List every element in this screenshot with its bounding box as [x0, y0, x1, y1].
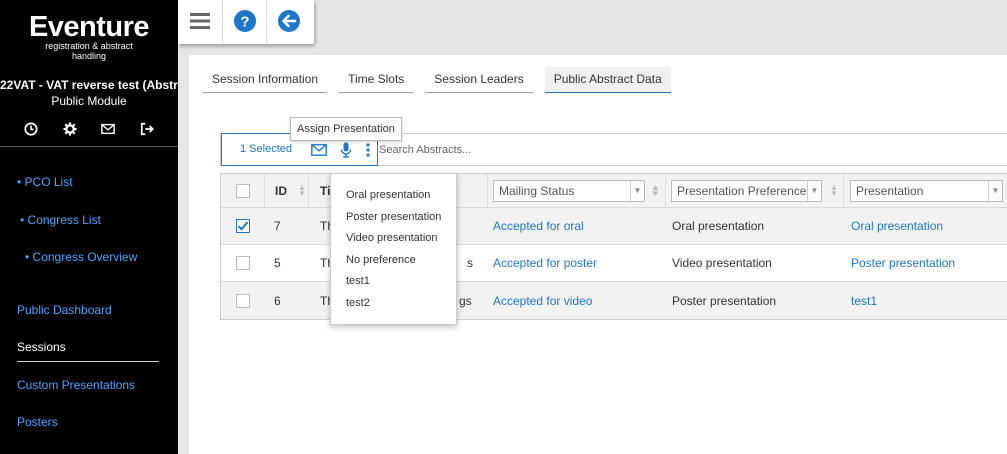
row-title-tail: gs [459, 293, 472, 308]
row-id: 5 [274, 256, 281, 270]
row-title-tail: s [467, 256, 473, 270]
active-item-underline [17, 361, 159, 362]
chevron-down-icon: ▼ [630, 180, 644, 201]
svg-text:?: ? [240, 13, 249, 30]
column-header-id[interactable]: ID [275, 174, 287, 207]
row-checkbox[interactable] [236, 256, 250, 270]
sidebar-item-congress-overview[interactable]: • Congress Overview [25, 250, 137, 264]
sort-icon[interactable]: ▲ ▼ [652, 174, 660, 207]
row-mailing-status[interactable]: Accepted for oral [493, 208, 584, 244]
mailing-status-filter-cell: Mailing Status ▼ [493, 174, 645, 207]
help-button[interactable]: ? [222, 0, 266, 44]
sort-icon[interactable]: ▲ ▼ [830, 174, 838, 207]
row-id: 7 [274, 219, 281, 233]
back-button[interactable] [266, 0, 310, 44]
presentation-filter-cell: Presentation ▼ [850, 174, 1003, 207]
logout-icon[interactable] [138, 120, 156, 138]
row-presentation-preference: Video presentation [672, 256, 772, 270]
row-select-cell [236, 245, 250, 281]
more-options-icon[interactable] [360, 142, 376, 158]
presentation-preference-filter[interactable]: Presentation Preference ▼ [671, 179, 822, 202]
preference-filter-cell: Presentation Preference ▼ [671, 174, 822, 207]
menu-button[interactable] [178, 0, 222, 44]
presentation-filter[interactable]: Presentation ▼ [850, 179, 1003, 202]
tab-public-abstract-data[interactable]: Public Abstract Data [544, 67, 671, 93]
column-divider [487, 174, 488, 207]
checkmark-icon [237, 221, 249, 231]
row-checkbox[interactable] [236, 293, 250, 308]
mail-icon[interactable] [311, 142, 327, 158]
tab-session-information[interactable]: Session Information [203, 67, 328, 93]
main-panel: Session Information Time Slots Session L… [189, 55, 1007, 454]
menu-item-oral-presentation[interactable]: Oral presentation [331, 185, 456, 207]
row-select-cell [236, 208, 250, 244]
app-logo[interactable]: Eventure registration & abstract handlin… [28, 12, 150, 61]
menu-item-video-presentation[interactable]: Video presentation [331, 228, 456, 250]
selected-count: 1 Selected [240, 143, 292, 155]
sidebar-item-public-dashboard[interactable]: Public Dashboard [17, 303, 112, 317]
column-divider [665, 174, 666, 207]
mailing-status-filter-label: Mailing Status [499, 183, 575, 198]
menu-item-test1[interactable]: test1 [331, 271, 456, 293]
sidebar-divider [0, 146, 178, 147]
sidebar-item-pco-list[interactable]: • PCO List [17, 175, 73, 189]
module-name: Public Module [51, 94, 127, 108]
mail-icon[interactable] [99, 120, 117, 138]
sidebar-item-posters[interactable]: Posters [17, 415, 58, 429]
chevron-down-icon: ▼ [988, 180, 1002, 201]
app-title: Eventure [28, 11, 150, 43]
menu-item-poster-presentation[interactable]: Poster presentation [331, 207, 456, 229]
row-presentation[interactable]: Poster presentation [851, 245, 955, 281]
column-divider [308, 174, 309, 207]
mailing-status-filter[interactable]: Mailing Status ▼ [493, 179, 645, 202]
tab-time-slots[interactable]: Time Slots [339, 67, 414, 93]
event-name: 22VAT - VAT reverse test (Abstract... [0, 78, 178, 92]
row-presentation-preference: Poster presentation [672, 293, 777, 308]
row-mailing-status[interactable]: Accepted for video [493, 282, 592, 319]
row-mailing-status[interactable]: Accepted for poster [493, 245, 597, 281]
select-all-cell [236, 174, 250, 207]
presentation-preference-filter-label: Presentation Preference [677, 183, 807, 198]
sidebar-item-custom-presentations[interactable]: Custom Presentations [17, 378, 135, 392]
sort-icon[interactable]: ▲ ▼ [298, 174, 306, 207]
column-divider [843, 174, 844, 207]
row-checkbox[interactable] [236, 219, 250, 233]
menu-item-no-preference[interactable]: No preference [331, 250, 456, 272]
row-presentation[interactable]: Oral presentation [851, 208, 943, 244]
tab-bar: Session Information Time Slots Session L… [203, 67, 683, 93]
column-divider [264, 174, 265, 207]
menu-item-test2[interactable]: test2 [331, 293, 456, 315]
assign-presentation-tooltip: Assign Presentation [290, 117, 402, 141]
assign-presentation-menu: Oral presentation Poster presentation Vi… [330, 173, 457, 325]
tab-session-leaders[interactable]: Session Leaders [425, 67, 533, 93]
column-header-title[interactable]: Ti [320, 174, 330, 207]
presentation-filter-label: Presentation [856, 183, 924, 198]
back-icon [277, 9, 301, 36]
clock-icon[interactable] [22, 120, 40, 138]
chevron-down-icon: ▼ [807, 180, 821, 201]
row-presentation-preference: Oral presentation [672, 219, 765, 233]
sidebar: Eventure registration & abstract handlin… [0, 0, 178, 454]
sidebar-item-congress-list[interactable]: • Congress List [20, 213, 101, 227]
row-select-cell [236, 282, 250, 319]
help-icon: ? [233, 9, 257, 36]
select-all-checkbox[interactable] [236, 183, 250, 198]
sidebar-icon-bar [22, 120, 156, 138]
row-presentation[interactable]: test1 [851, 282, 877, 319]
gear-icon[interactable] [61, 120, 79, 138]
sidebar-item-sessions[interactable]: Sessions [17, 340, 66, 354]
row-id: 6 [274, 293, 281, 308]
microphone-icon[interactable] [338, 142, 354, 158]
app-subtitle: registration & abstract handling [45, 41, 133, 61]
menu-icon [189, 12, 211, 33]
search-input[interactable] [379, 137, 779, 162]
top-toolbar: ? [178, 0, 314, 44]
